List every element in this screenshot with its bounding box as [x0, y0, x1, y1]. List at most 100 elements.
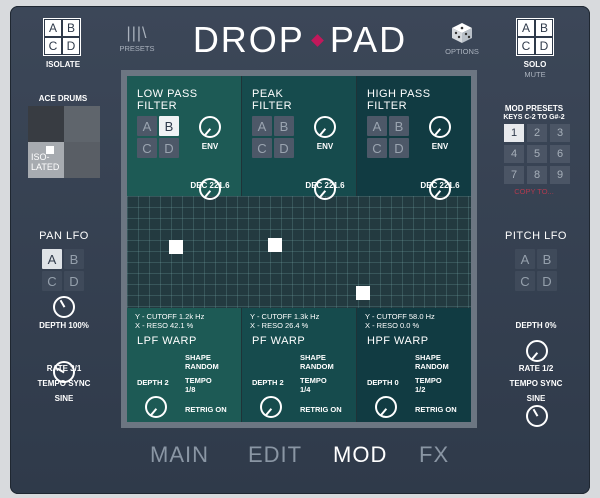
tab-main[interactable]: MAIN	[150, 442, 209, 468]
mod-preset-numpad: 1 2 3 4 5 6 7 8 9	[504, 124, 570, 184]
env-label: ENV	[431, 142, 449, 151]
pan-wave-label[interactable]: SINE	[24, 394, 104, 403]
filter-c-button[interactable]: C	[252, 138, 272, 158]
mod-panel: LOW PASS FILTER A B C D ENV DEC 221.6 Y -…	[121, 70, 477, 428]
filter-b-button[interactable]: B	[389, 116, 409, 136]
pan-lfo-ab-grid: A B C D	[42, 249, 84, 291]
diamond-icon	[310, 33, 324, 47]
env-knob[interactable]	[429, 116, 451, 138]
pitch-depth-knob[interactable]	[526, 340, 548, 362]
plugin-window: A B C D ISOLATE |||\ PRESETS DROP PAD OP…	[10, 6, 590, 494]
solo-c-button[interactable]: C	[517, 37, 535, 55]
filter-a-button[interactable]: A	[252, 116, 272, 136]
pitch-rate-label: RATE 1/2	[518, 364, 554, 373]
tab-fx[interactable]: FX	[419, 442, 449, 468]
logo-text-right: PAD	[329, 19, 408, 60]
mod-preset-6[interactable]: 6	[550, 145, 570, 163]
mod-preset-7[interactable]: 7	[504, 166, 524, 184]
isolate-b-button[interactable]: B	[62, 19, 80, 37]
filter-c-button[interactable]: C	[367, 138, 387, 158]
pan-c-button[interactable]: C	[42, 271, 62, 291]
warp-depth-knob[interactable]	[145, 396, 167, 418]
retrig-toggle[interactable]: RETRIG ON	[300, 405, 342, 414]
pitch-a-button[interactable]: A	[515, 249, 535, 269]
library-icon: |||\	[126, 25, 148, 42]
filter-title: LOW PASS FILTER	[137, 88, 198, 112]
mod-panel-inner: LOW PASS FILTER A B C D ENV DEC 221.6 Y -…	[127, 76, 471, 422]
pan-depth-knob[interactable]	[53, 296, 75, 318]
isolate-d-button[interactable]: D	[62, 37, 80, 55]
pad-b[interactable]	[64, 106, 100, 142]
dec-label: DEC 221.6	[190, 181, 230, 190]
pitch-rate-knob[interactable]	[526, 405, 548, 427]
shape-value[interactable]: RANDOM	[300, 362, 334, 371]
pan-d-button[interactable]: D	[64, 271, 84, 291]
presets-button[interactable]: |||\ PRESETS	[117, 25, 157, 54]
tempo-value[interactable]: 1/8	[185, 385, 195, 394]
mod-preset-2[interactable]: 2	[527, 124, 547, 142]
tempo-value[interactable]: 1/4	[300, 385, 310, 394]
mod-preset-3[interactable]: 3	[550, 124, 570, 142]
tempo-label: TEMPO	[415, 376, 442, 385]
filter-b-button[interactable]: B	[274, 116, 294, 136]
retrig-toggle[interactable]: RETRIG ON	[415, 405, 457, 414]
kit-pad-grid[interactable]: ISO- LATED	[28, 106, 100, 178]
reso-readout: X - RESO 26.4 %	[250, 321, 309, 330]
warp-depth-knob[interactable]	[260, 396, 282, 418]
pitch-c-button[interactable]: C	[515, 271, 535, 291]
shape-value[interactable]: RANDOM	[185, 362, 219, 371]
pitch-sync-label[interactable]: TEMPO SYNC	[496, 379, 576, 388]
pan-b-button[interactable]: B	[64, 249, 84, 269]
pitch-wave-label[interactable]: SINE	[496, 394, 576, 403]
solo-b-button[interactable]: B	[535, 19, 553, 37]
filter-ab-grid: A B C D	[252, 116, 294, 158]
cutoff-readout: Y - CUTOFF 1.2k Hz	[135, 312, 205, 321]
filter-ab-grid: A B C D	[367, 116, 409, 158]
kit-name: ACE DRUMS	[38, 94, 88, 103]
pan-sync-label[interactable]: TEMPO SYNC	[24, 379, 104, 388]
pad-a[interactable]	[28, 106, 64, 142]
filter-c-button[interactable]: C	[137, 138, 157, 158]
filter-a-button[interactable]: A	[137, 116, 157, 136]
tab-edit[interactable]: EDIT	[248, 442, 302, 468]
warp-depth-knob[interactable]	[375, 396, 397, 418]
isolate-c-button[interactable]: C	[44, 37, 62, 55]
isolate-a-button[interactable]: A	[44, 19, 62, 37]
solo-d-button[interactable]: D	[535, 37, 553, 55]
filter-a-button[interactable]: A	[367, 116, 387, 136]
env-knob[interactable]	[199, 116, 221, 138]
mod-preset-1[interactable]: 1	[504, 124, 524, 142]
warp-title: PF WARP	[252, 335, 306, 347]
filter-d-button[interactable]: D	[274, 138, 294, 158]
mod-preset-5[interactable]: 5	[527, 145, 547, 163]
shape-value[interactable]: RANDOM	[415, 362, 449, 371]
mod-preset-9[interactable]: 9	[550, 166, 570, 184]
options-button[interactable]: OPTIONS	[440, 22, 484, 56]
pad-d[interactable]	[64, 142, 100, 178]
retrig-toggle[interactable]: RETRIG ON	[185, 405, 227, 414]
pitch-b-button[interactable]: B	[537, 249, 557, 269]
mod-preset-8[interactable]: 8	[527, 166, 547, 184]
pitch-d-button[interactable]: D	[537, 271, 557, 291]
env-knob[interactable]	[314, 116, 336, 138]
solo-a-button[interactable]: A	[517, 19, 535, 37]
cutoff-readout: Y - CUTOFF 58.0 Hz	[365, 312, 435, 321]
filter-b-button[interactable]: B	[159, 116, 179, 136]
pf-xy-handle[interactable]	[268, 238, 282, 252]
tab-mod[interactable]: MOD	[333, 442, 387, 468]
filter-d-button[interactable]: D	[159, 138, 179, 158]
lpf-xy-handle[interactable]	[169, 240, 183, 254]
shape-label: SHAPE	[415, 353, 441, 362]
tempo-value[interactable]: 1/2	[415, 385, 425, 394]
filter-column-lpf: LOW PASS FILTER A B C D ENV DEC 221.6 Y -…	[127, 76, 241, 422]
presets-label: PRESETS	[119, 44, 155, 53]
pan-a-button[interactable]: A	[42, 249, 62, 269]
mod-preset-4[interactable]: 4	[504, 145, 524, 163]
filter-d-button[interactable]: D	[389, 138, 409, 158]
filter-title: HIGH PASS FILTER	[367, 88, 431, 112]
pitch-lfo-title: PITCH LFO	[505, 230, 567, 242]
hpf-xy-handle[interactable]	[356, 286, 370, 300]
copy-to-button[interactable]: COPY TO...	[492, 187, 576, 196]
pad-c[interactable]: ISO- LATED	[28, 142, 64, 178]
env-label: ENV	[201, 142, 219, 151]
